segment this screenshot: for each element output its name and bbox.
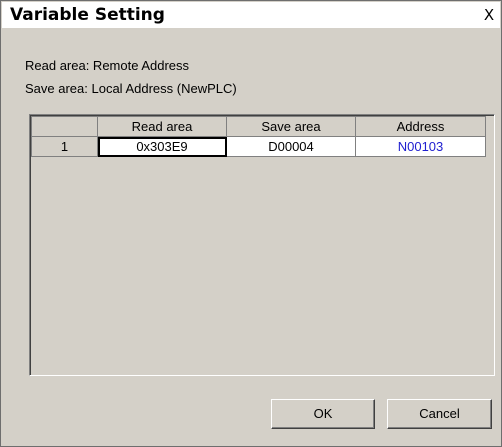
dialog-title: Variable Setting (10, 5, 165, 25)
column-header-read-area[interactable]: Read area (97, 116, 227, 137)
column-header-save-area[interactable]: Save area (226, 116, 356, 137)
read-area-cell[interactable]: 0x303E9 (97, 136, 227, 157)
corner-header (31, 116, 98, 137)
save-area-info: Save area: Local Address (NewPLC) (25, 81, 237, 96)
title-bar: Variable Setting X (2, 2, 500, 28)
cancel-button[interactable]: Cancel (387, 399, 492, 429)
ok-button[interactable]: OK (271, 399, 375, 429)
column-header-address[interactable]: Address (355, 116, 486, 137)
save-area-cell[interactable]: D00004 (226, 136, 356, 157)
address-cell[interactable]: N00103 (355, 136, 486, 157)
read-area-info: Read area: Remote Address (25, 58, 190, 73)
row-number[interactable]: 1 (31, 136, 98, 157)
table-row: 1 0x303E9 D00004 N00103 (31, 136, 486, 157)
close-icon[interactable]: X (480, 6, 498, 24)
variable-setting-dialog: Variable Setting X Read area: Remote Add… (0, 0, 502, 447)
header-row: Read area Save area Address (31, 116, 486, 137)
variable-table: Read area Save area Address 1 0x303E9 D0… (31, 116, 486, 157)
variable-grid[interactable]: Read area Save area Address 1 0x303E9 D0… (29, 114, 495, 376)
